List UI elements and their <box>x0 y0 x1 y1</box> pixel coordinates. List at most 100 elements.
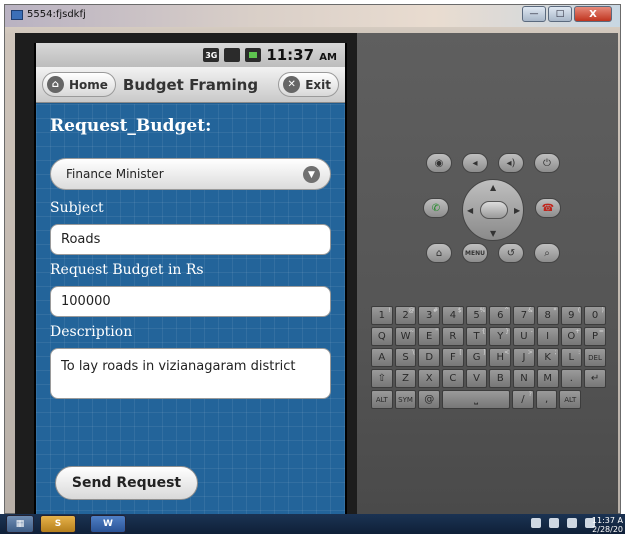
key[interactable]: R <box>442 327 464 346</box>
call-icon[interactable]: ✆ <box>423 198 449 218</box>
key[interactable]: @ <box>418 390 441 409</box>
key[interactable]: 9( <box>560 306 583 325</box>
form-area: Request_Budget: Finance Minister ▼ Subje… <box>36 104 345 515</box>
key[interactable]: ⎵ <box>442 390 511 409</box>
key[interactable]: S \ <box>394 348 417 367</box>
key[interactable]: A <box>371 348 393 367</box>
taskbar: ▦ S W 11:37 A 2/28/20 <box>0 514 625 534</box>
key[interactable]: 5% <box>465 306 488 325</box>
dpad-center-button[interactable] <box>480 201 508 219</box>
menu-button[interactable]: MENU <box>462 243 488 263</box>
key[interactable]: J > <box>513 348 535 367</box>
key[interactable]: L: <box>560 348 583 367</box>
key[interactable]: I <box>536 327 559 346</box>
key[interactable]: X <box>418 369 441 388</box>
key[interactable]: C <box>442 369 464 388</box>
key[interactable]: ALT <box>559 390 582 409</box>
minimize-button[interactable]: — <box>522 6 546 22</box>
key[interactable]: G] <box>465 348 488 367</box>
close-button[interactable]: X <box>574 6 612 22</box>
camera-icon[interactable]: ◉ <box>426 153 452 173</box>
recipient-select[interactable]: Finance Minister ▼ <box>50 158 331 190</box>
key[interactable]: ⇧ <box>371 369 393 388</box>
key-label: T <box>473 331 480 342</box>
send-request-button[interactable]: Send Request <box>55 466 198 500</box>
key[interactable]: 1! <box>371 306 393 325</box>
key-label: 4 <box>449 310 457 321</box>
key[interactable]: . <box>560 369 583 388</box>
dpad-left-icon[interactable]: ◀ <box>467 206 473 215</box>
search-icon[interactable]: ⌕ <box>534 243 560 263</box>
hardware-keyboard: 1! 2 @3 #4 $5% 6 ^ 7 & 8 * 9(0) Q W ~ E " R T{Y} U - I O + P = A S \… <box>371 306 608 413</box>
form-heading: Request_Budget: <box>50 116 212 136</box>
key[interactable]: K; <box>536 348 559 367</box>
key[interactable]: B <box>489 369 512 388</box>
power-icon[interactable]: ⏻ <box>534 153 560 173</box>
key[interactable]: Q <box>371 327 393 346</box>
description-input[interactable]: To lay roads in vizianagaram district <box>50 348 331 399</box>
key[interactable]: SYM <box>394 390 417 409</box>
subject-input[interactable]: Roads <box>50 224 331 255</box>
amount-input[interactable]: 100000 <box>50 286 331 317</box>
key[interactable]: H < <box>489 348 512 367</box>
keyboard-row: ⇧ Z X C V B N M. ↵ <box>371 369 608 388</box>
key[interactable]: O + <box>560 327 583 346</box>
dpad-right-icon[interactable]: ▶ <box>514 206 520 215</box>
key[interactable]: ↵ <box>584 369 606 388</box>
key[interactable]: U- <box>513 327 535 346</box>
key[interactable]: F[ <box>442 348 464 367</box>
system-clock[interactable]: 11:37 A 2/28/20 <box>592 516 623 534</box>
taskbar-app-1[interactable]: S <box>40 515 76 533</box>
back-icon[interactable]: ↺ <box>498 243 524 263</box>
key-alt-label: % <box>479 307 486 314</box>
network-icon[interactable] <box>567 518 577 528</box>
key[interactable]: DEL <box>584 348 606 367</box>
key[interactable]: 3 # <box>418 306 441 325</box>
tray-up-icon[interactable] <box>531 518 541 528</box>
key-label: L <box>568 352 575 363</box>
start-button[interactable]: ▦ <box>6 515 34 533</box>
key-label: ⇧ <box>377 373 387 384</box>
flag-icon[interactable] <box>549 518 559 528</box>
key[interactable]: W ~ <box>394 327 417 346</box>
key[interactable]: P = <box>584 327 606 346</box>
taskbar-word-icon[interactable]: W <box>90 515 126 533</box>
key[interactable]: D <box>418 348 441 367</box>
key-alt-label: ~ <box>409 328 415 335</box>
key[interactable]: 6 ^ <box>489 306 512 325</box>
keyboard-row: A S \ D F[G] H < J > K; L: DEL <box>371 348 608 367</box>
volume-down-icon[interactable]: ◂ <box>462 153 488 173</box>
key-alt-label: * <box>553 307 557 314</box>
key[interactable]: M <box>536 369 559 388</box>
key[interactable]: /? <box>512 390 534 409</box>
home-hw-icon[interactable]: ⌂ <box>426 243 452 263</box>
key-alt-label: { <box>481 328 486 335</box>
key[interactable]: E " <box>418 327 441 346</box>
signal-icon <box>224 48 241 62</box>
key[interactable]: 4 $ <box>442 306 464 325</box>
key-label: 1 <box>378 310 386 321</box>
key[interactable]: N <box>513 369 535 388</box>
dpad[interactable]: ▲ ▼ ◀ ▶ <box>462 179 524 241</box>
key-alt-label: } <box>505 328 510 335</box>
volume-up-icon[interactable]: ◂) <box>498 153 524 173</box>
key[interactable]: 2 @ <box>394 306 417 325</box>
end-call-icon[interactable]: ☎ <box>535 198 561 218</box>
key[interactable]: , <box>535 390 558 409</box>
key-label: O <box>567 331 576 342</box>
key[interactable]: Z <box>394 369 417 388</box>
key[interactable]: 8 * <box>536 306 559 325</box>
maximize-button[interactable]: □ <box>548 6 572 22</box>
key[interactable]: Y} <box>489 327 512 346</box>
key-alt-label: [ <box>459 349 462 356</box>
key[interactable]: V <box>465 369 488 388</box>
key[interactable]: 7 & <box>513 306 535 325</box>
exit-button[interactable]: ✕ Exit <box>278 72 339 97</box>
exit-button-label: Exit <box>305 77 331 92</box>
dpad-up-icon[interactable]: ▲ <box>490 183 496 192</box>
key[interactable]: 0) <box>584 306 606 325</box>
key[interactable]: ALT <box>371 390 393 409</box>
dpad-down-icon[interactable]: ▼ <box>490 229 496 238</box>
key[interactable]: T{ <box>465 327 488 346</box>
key-label: Q <box>377 331 386 342</box>
